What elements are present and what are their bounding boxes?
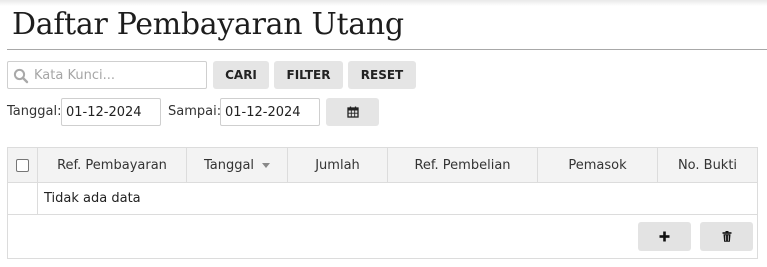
search-input[interactable] bbox=[32, 63, 204, 87]
empty-row: Tidak ada data bbox=[8, 183, 757, 215]
column-header-tanggal-label: Tanggal bbox=[203, 157, 255, 173]
select-all-checkbox[interactable] bbox=[16, 158, 29, 172]
title-divider bbox=[7, 49, 767, 50]
delete-button[interactable] bbox=[700, 222, 753, 251]
sort-desc-icon bbox=[262, 162, 271, 168]
search-button[interactable]: CARI bbox=[213, 61, 269, 89]
empty-message: Tidak ada data bbox=[44, 191, 141, 206]
plus-icon bbox=[659, 231, 670, 242]
date-from-label: Tanggal: bbox=[7, 104, 62, 119]
table-header: Ref. Pembayaran Tanggal Jumlah Ref. Pemb… bbox=[8, 148, 757, 183]
date-from-input[interactable] bbox=[61, 98, 161, 126]
top-shadow bbox=[0, 0, 767, 6]
column-header-jumlah[interactable]: Jumlah bbox=[288, 148, 388, 182]
select-all-cell bbox=[8, 148, 38, 182]
filter-button[interactable]: FILTER bbox=[274, 61, 343, 89]
row-check-cell bbox=[8, 183, 38, 214]
reset-button[interactable]: RESET bbox=[348, 61, 416, 89]
date-to-label: Sampai: bbox=[168, 104, 222, 119]
column-header-ref-pembelian[interactable]: Ref. Pembelian bbox=[388, 148, 538, 182]
add-button[interactable] bbox=[638, 222, 691, 251]
column-header-tanggal[interactable]: Tanggal bbox=[187, 148, 288, 182]
payment-table: Ref. Pembayaran Tanggal Jumlah Ref. Pemb… bbox=[7, 147, 758, 259]
page-title: Daftar Pembayaran Utang bbox=[12, 7, 404, 42]
column-header-pemasok[interactable]: Pemasok bbox=[538, 148, 658, 182]
date-to-input[interactable] bbox=[220, 98, 320, 126]
column-header-no-bukti[interactable]: No. Bukti bbox=[658, 148, 757, 182]
search-icon bbox=[13, 68, 29, 84]
calendar-button[interactable] bbox=[326, 98, 379, 126]
search-box[interactable] bbox=[7, 61, 207, 89]
trash-icon bbox=[722, 231, 731, 242]
calendar-icon bbox=[346, 106, 359, 118]
column-header-ref-pembayaran[interactable]: Ref. Pembayaran bbox=[38, 148, 187, 182]
